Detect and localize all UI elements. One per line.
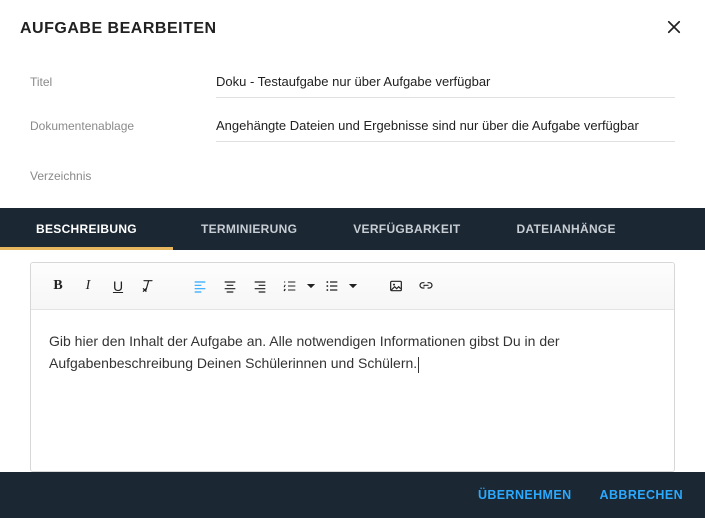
edit-task-dialog: AUFGABE BEARBEITEN Titel Doku - Testaufg… [0, 0, 705, 518]
tab-dateianhaenge[interactable]: DATEIANHÄNGE [488, 208, 643, 250]
editor-text: Gib hier den Inhalt der Aufgabe an. Alle… [49, 333, 560, 371]
ordered-list-button[interactable] [277, 273, 303, 299]
rich-text-editor: B I U [30, 262, 675, 472]
clear-format-button[interactable] [135, 273, 161, 299]
editor-toolbar: B I U [31, 263, 674, 310]
titel-label: Titel [30, 75, 216, 89]
ablage-label: Dokumentenablage [30, 119, 216, 133]
verzeichnis-value[interactable] [216, 168, 675, 184]
unordered-list-button[interactable] [319, 273, 345, 299]
unordered-list-caret-icon[interactable] [349, 282, 357, 290]
editor-section: B I U [0, 250, 705, 472]
text-caret-icon [418, 357, 419, 373]
field-verzeichnis: Verzeichnis [30, 154, 675, 198]
align-left-button[interactable] [187, 273, 213, 299]
tab-terminierung[interactable]: TERMINIERUNG [173, 208, 325, 250]
dialog-footer: ÜBERNEHMEN ABBRECHEN [0, 472, 705, 518]
editor-content[interactable]: Gib hier den Inhalt der Aufgabe an. Alle… [31, 310, 674, 471]
field-ablage: Dokumentenablage Angehängte Dateien und … [30, 104, 675, 148]
form-section: Titel Doku - Testaufgabe nur über Aufgab… [0, 54, 705, 204]
verzeichnis-label: Verzeichnis [30, 169, 216, 183]
ablage-select[interactable]: Angehängte Dateien und Ergebnisse sind n… [216, 110, 675, 142]
image-button[interactable] [383, 273, 409, 299]
tab-verfuegbarkeit[interactable]: VERFÜGBARKEIT [325, 208, 488, 250]
apply-button[interactable]: ÜBERNEHMEN [478, 488, 572, 502]
cancel-button[interactable]: ABBRECHEN [600, 488, 683, 502]
italic-button[interactable]: I [75, 273, 101, 299]
dialog-title: AUFGABE BEARBEITEN [20, 20, 217, 38]
link-button[interactable] [413, 273, 439, 299]
tab-beschreibung[interactable]: BESCHREIBUNG [0, 208, 173, 250]
bold-button[interactable]: B [45, 273, 71, 299]
align-center-button[interactable] [217, 273, 243, 299]
align-right-button[interactable] [247, 273, 273, 299]
dialog-header: AUFGABE BEARBEITEN [0, 0, 705, 54]
ordered-list-caret-icon[interactable] [307, 282, 315, 290]
close-icon[interactable] [661, 14, 687, 44]
titel-input[interactable]: Doku - Testaufgabe nur über Aufgabe verf… [216, 66, 675, 98]
field-titel: Titel Doku - Testaufgabe nur über Aufgab… [30, 60, 675, 104]
tab-bar: BESCHREIBUNG TERMINIERUNG VERFÜGBARKEIT … [0, 208, 705, 250]
underline-button[interactable]: U [105, 273, 131, 299]
